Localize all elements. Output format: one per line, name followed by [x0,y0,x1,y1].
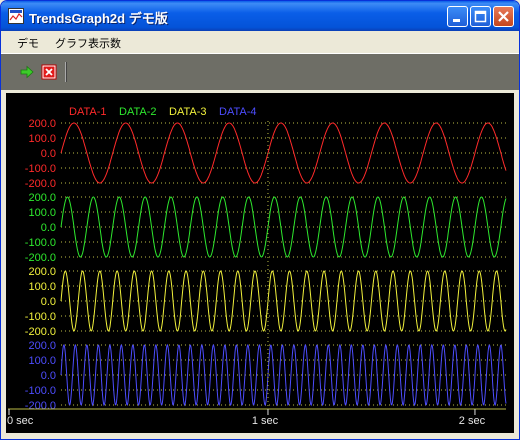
y-tick-label: -200.0 [25,178,56,190]
y-tick-label: 200.0 [28,340,56,352]
x-tick-label: 0 sec [7,415,34,427]
run-button[interactable] [19,64,35,80]
y-tick-label: 100.0 [28,207,56,219]
window-title: TrendsGraph2d デモ版 [29,11,168,26]
legend-label: DATA-3 [169,106,207,118]
y-tick-label: -200.0 [25,252,56,264]
legend-label: DATA-2 [119,106,157,118]
y-tick-label: 200.0 [28,266,56,278]
y-tick-label: 100.0 [28,133,56,145]
y-tick-label: 0.0 [41,222,56,234]
menu-demo[interactable]: デモ [17,35,39,51]
series-line-data-1 [60,122,507,184]
chart-svg: DATA-1 DATA-2 DATA-3 DATA-4 200.0 100.0 0.0 -10… [7,106,507,427]
x-tick-label: 2 sec [459,415,486,427]
legend-label: DATA-1 [69,106,107,118]
x-tick-label: 1 sec [252,415,279,427]
app-window: TrendsGraph2d デモ版 デモ グラフ表示数 DATA-1 DATA-2… [0,0,520,440]
close-button[interactable] [493,6,514,27]
series-line-data-2 [60,196,507,258]
y-tick-label: -200.0 [25,400,56,412]
app-icon [8,8,24,24]
toolbar-separator [65,62,67,82]
y-tick-label: -100.0 [25,163,56,175]
series-line-data-4 [60,343,507,407]
y-tick-label: 100.0 [28,355,56,367]
close-icon [498,11,509,22]
menu-graph-count[interactable]: グラフ表示数 [55,35,121,51]
series-line-data-3 [60,270,507,332]
minimize-icon [453,19,460,22]
y-tick-label: -100.0 [25,311,56,323]
y-tick-label: 200.0 [28,192,56,204]
trend-chart[interactable]: DATA-1 DATA-2 DATA-3 DATA-4 200.0 100.0 0.0 -10… [6,93,514,433]
y-tick-label: 100.0 [28,281,56,293]
y-tick-label: 0.0 [41,370,56,382]
maximize-icon [474,10,487,23]
maximize-button[interactable] [470,6,491,27]
y-tick-label: -100.0 [25,385,56,397]
minimize-button[interactable] [447,6,468,27]
stop-button[interactable] [41,64,57,80]
toolbar [1,53,519,90]
y-tick-label: 0.0 [41,296,56,308]
y-tick-label: 200.0 [28,118,56,130]
title-bar[interactable]: TrendsGraph2d デモ版 [1,1,519,31]
y-tick-label: -100.0 [25,237,56,249]
legend-label: DATA-4 [219,106,257,118]
y-tick-label: -200.0 [25,326,56,338]
y-tick-label: 0.0 [41,148,56,160]
menu-bar: デモ グラフ表示数 [1,31,519,53]
